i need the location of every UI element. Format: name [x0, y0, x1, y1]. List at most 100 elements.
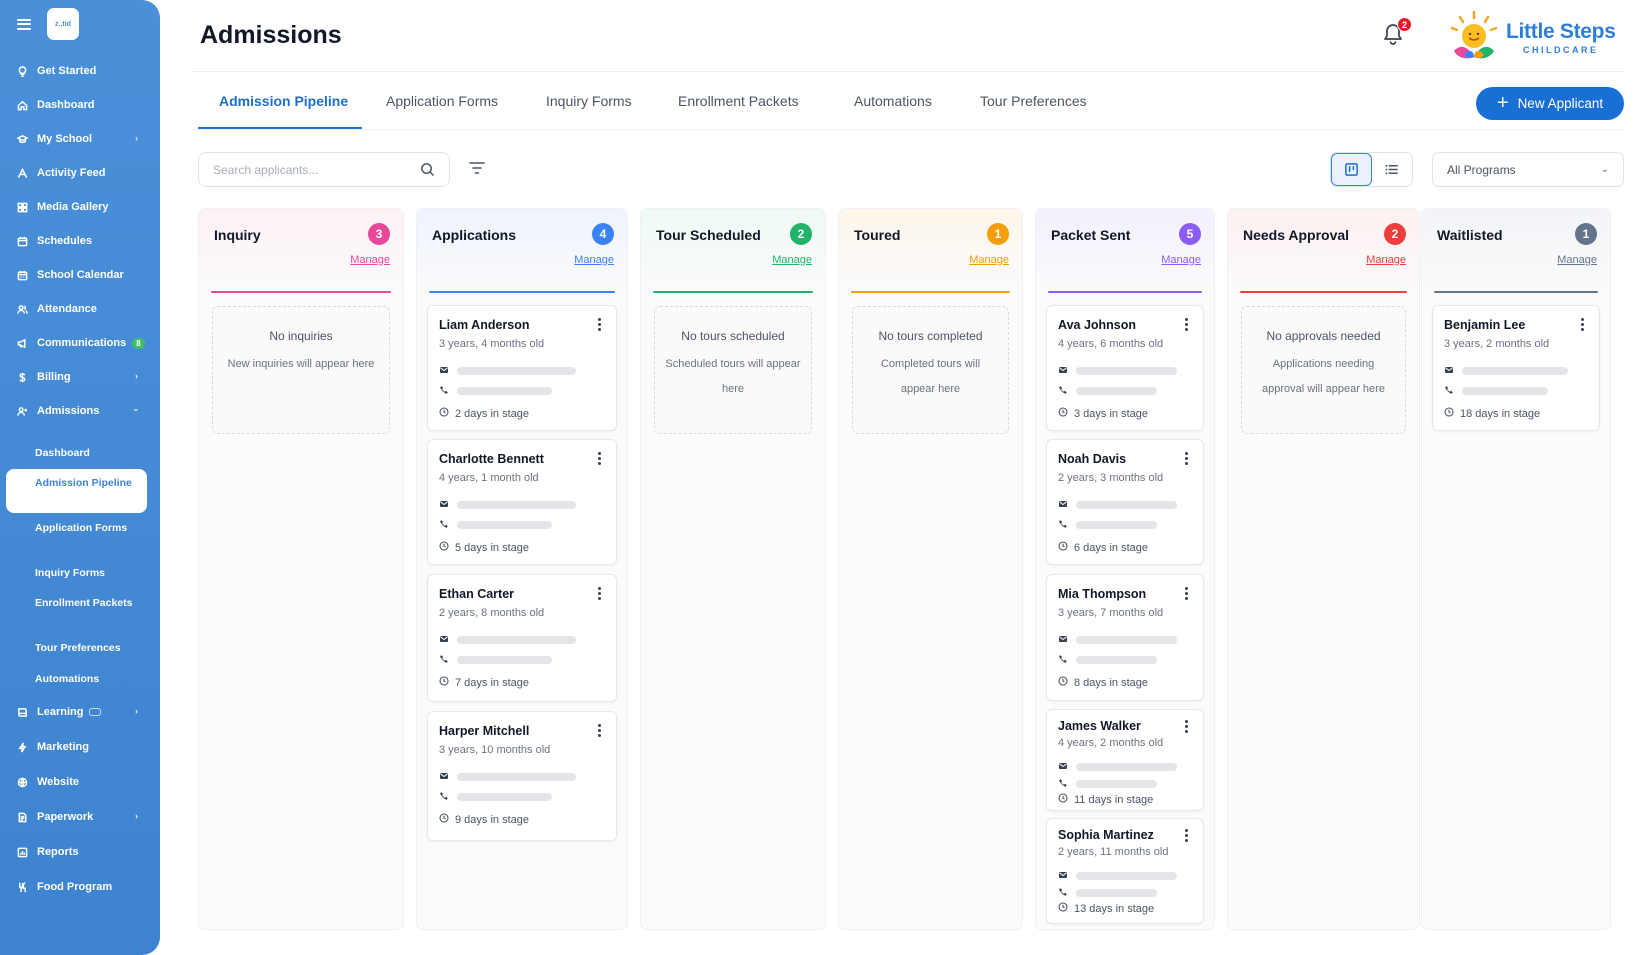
manage-link[interactable]: Manage	[350, 254, 390, 266]
sidebar-item-media-gallery[interactable]: Media Gallery	[0, 192, 160, 222]
tab-inquiry-forms[interactable]: Inquiry Forms	[546, 93, 632, 109]
manage-link[interactable]: Manage	[772, 254, 812, 266]
list-view-button[interactable]	[1372, 153, 1412, 186]
more-options-icon[interactable]	[598, 724, 601, 737]
tab-enrollment-packets[interactable]: Enrollment Packets	[678, 93, 799, 109]
menu-icon[interactable]	[17, 18, 31, 30]
new-applicant-button[interactable]: + New Applicant	[1476, 87, 1624, 120]
admissions-sub-admission-pipeline[interactable]: Admission Pipeline	[6, 469, 147, 513]
column-count-badge: 3	[368, 223, 390, 245]
more-options-icon[interactable]	[1581, 318, 1584, 331]
applicant-name: Noah Davis	[1058, 452, 1127, 466]
admissions-sub-tour-preferences[interactable]: Tour Preferences	[0, 641, 160, 656]
tab-tour-preferences[interactable]: Tour Preferences	[980, 93, 1087, 109]
tab-admission-pipeline[interactable]: Admission Pipeline	[219, 93, 348, 109]
applicant-card[interactable]: Noah Davis 2 years, 3 months old 6 days in…	[1046, 439, 1204, 565]
time-in-stage-label: 18 days in stage	[1460, 407, 1541, 420]
applicant-card[interactable]: Ethan Carter 2 years, 8 months old 7 days …	[427, 574, 617, 702]
phone-icon	[439, 651, 449, 669]
clock-icon	[1444, 407, 1454, 420]
applicant-card[interactable]: Liam Anderson 3 years, 4 months old 2 days…	[427, 305, 617, 431]
notifications-button[interactable]: 2	[1382, 17, 1412, 48]
sidebar-item-communications[interactable]: Communications 8	[0, 328, 160, 358]
sidebar-item-learning[interactable]: Learning ›	[0, 697, 160, 727]
more-options-icon[interactable]	[1185, 720, 1188, 733]
more-options-icon[interactable]	[1185, 452, 1188, 465]
applicant-card[interactable]: Ava Johnson 4 years, 6 months old 3 days i…	[1046, 305, 1204, 431]
admissions-sub-dashboard[interactable]: Dashboard	[0, 446, 160, 461]
applicant-card[interactable]: Sophia Martinez 2 years, 11 months old 13 …	[1046, 818, 1204, 924]
sidebar-item-paperwork[interactable]: Paperwork ›	[0, 802, 160, 832]
phone-row	[1058, 775, 1157, 793]
sidebar-item-website[interactable]: Website	[0, 767, 160, 797]
manage-link[interactable]: Manage	[574, 254, 614, 266]
applicant-card[interactable]: Mia Thompson 3 years, 7 months old 8 days …	[1046, 574, 1204, 701]
sidebar-item-activity-feed[interactable]: Activity Feed	[0, 158, 160, 188]
board-view-button[interactable]	[1331, 153, 1372, 186]
sidebar-item-my-school[interactable]: My School ›	[0, 124, 160, 154]
applicant-card[interactable]: Benjamin Lee 3 years, 2 months old 18 days…	[1432, 305, 1600, 431]
manage-link[interactable]: Manage	[969, 254, 1009, 266]
school-logo[interactable]: z..tid	[47, 8, 79, 40]
manage-link[interactable]: Manage	[1366, 254, 1406, 266]
time-in-stage-label: 6 days in stage	[1074, 541, 1148, 554]
sidebar-item-marketing[interactable]: Marketing	[0, 732, 160, 762]
applicant-card[interactable]: Charlotte Bennett 4 years, 1 month old 5 d…	[427, 439, 617, 565]
sidebar-item-billing[interactable]: Billing ›	[0, 362, 160, 392]
search-input[interactable]	[213, 162, 409, 177]
more-options-icon[interactable]	[1185, 318, 1188, 331]
chart-icon	[16, 846, 28, 858]
phone-icon	[439, 382, 449, 400]
redacted-email	[457, 636, 576, 644]
more-options-icon[interactable]	[598, 452, 601, 465]
calendar-icon	[16, 235, 28, 247]
mail-icon	[1058, 362, 1068, 380]
sidebar-item-admissions[interactable]: Admissions ›	[0, 396, 160, 426]
applicant-card[interactable]: James Walker 4 years, 2 months old 11 days…	[1046, 709, 1204, 811]
filter-icon[interactable]	[468, 160, 486, 176]
empty-state-subtitle: Completed tours will appear here	[880, 358, 981, 395]
admissions-sub-enrollment-packets[interactable]: Enrollment Packets	[0, 596, 160, 611]
more-options-icon[interactable]	[1185, 829, 1188, 842]
more-options-icon[interactable]	[598, 587, 601, 600]
clock-icon	[439, 407, 449, 420]
phone-row	[439, 382, 552, 400]
column-accent-line	[653, 291, 813, 293]
admissions-sub-application-forms[interactable]: Application Forms	[0, 521, 160, 536]
header-divider	[191, 71, 1624, 72]
admissions-sub-automations[interactable]: Automations	[0, 672, 160, 687]
more-options-icon[interactable]	[1185, 587, 1188, 600]
sidebar-item-label: Dashboard	[37, 99, 95, 111]
sidebar-item-get-started[interactable]: Get Started	[0, 56, 160, 86]
applicant-card[interactable]: Harper Mitchell 3 years, 10 months old 9 d…	[427, 711, 617, 841]
search-icon[interactable]	[420, 162, 435, 177]
sidebar-item-food-program[interactable]: Food Program	[0, 872, 160, 902]
manage-link[interactable]: Manage	[1161, 254, 1201, 266]
empty-state-title: No tours completed	[878, 329, 983, 343]
redacted-email	[457, 501, 576, 509]
phone-row	[1058, 382, 1157, 400]
sidebar-item-reports[interactable]: Reports	[0, 837, 160, 867]
sidebar-item-school-calendar[interactable]: School Calendar	[0, 260, 160, 290]
sidebar-item-attendance[interactable]: Attendance	[0, 294, 160, 324]
program-select[interactable]: All Programs ⌄	[1432, 152, 1624, 187]
empty-state: No tours completed Completed tours will a…	[852, 306, 1009, 434]
tab-automations[interactable]: Automations	[854, 93, 932, 109]
sidebar-item-label: School Calendar	[37, 269, 124, 281]
more-options-icon[interactable]	[598, 318, 601, 331]
redacted-phone	[457, 521, 552, 529]
tab-application-forms[interactable]: Application Forms	[386, 93, 498, 109]
admissions-sub-inquiry-forms[interactable]: Inquiry Forms	[0, 566, 160, 581]
book-icon	[16, 706, 28, 718]
sidebar-item-schedules[interactable]: Schedules	[0, 226, 160, 256]
chevron-down-icon: ⌄	[1600, 164, 1609, 175]
column-header: Packet Sent 5 Manage	[1036, 209, 1214, 293]
program-select-value: All Programs	[1447, 162, 1516, 177]
chevron-right-icon: ›	[135, 371, 138, 381]
phone-icon	[439, 516, 449, 534]
manage-link[interactable]: Manage	[1557, 254, 1597, 266]
column-count-badge: 1	[987, 223, 1009, 245]
sidebar-item-dashboard[interactable]: Dashboard	[0, 90, 160, 120]
home-icon	[16, 99, 28, 111]
column-title: Toured	[854, 227, 901, 243]
